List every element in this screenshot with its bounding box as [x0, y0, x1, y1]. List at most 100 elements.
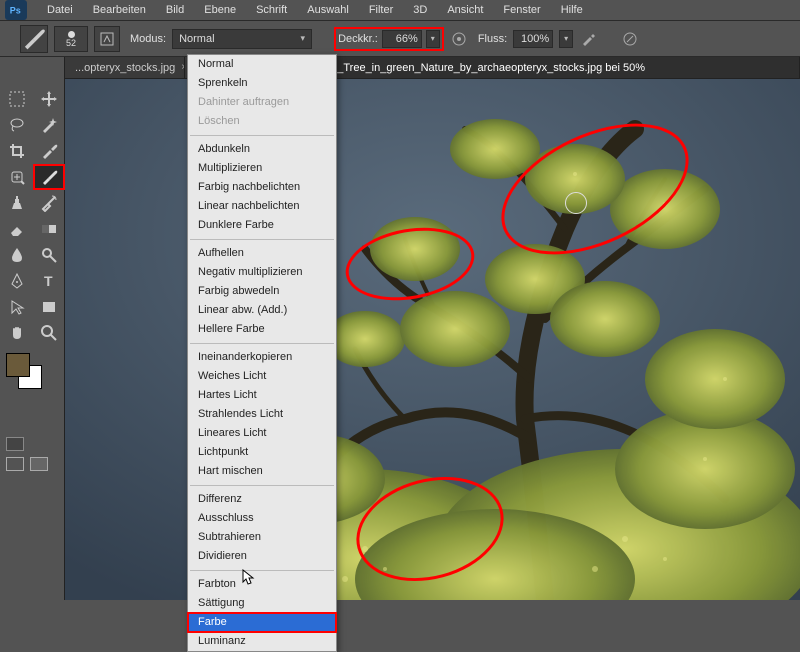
flow-dropdown-arrow[interactable]: ▾	[559, 30, 573, 48]
blur-tool[interactable]	[2, 243, 32, 267]
blend-mode-option[interactable]: Negativ multiplizieren	[188, 263, 336, 282]
canvas-area[interactable]	[65, 79, 800, 600]
brush-panel-toggle[interactable]	[94, 26, 120, 52]
brush-cursor-circle	[565, 192, 587, 214]
brush-preset-picker[interactable]: 52	[54, 26, 88, 52]
quick-mask-toggle[interactable]	[0, 393, 64, 451]
menu-3d[interactable]: 3D	[403, 2, 437, 18]
pressure-size-icon[interactable]	[621, 30, 639, 48]
blend-mode-select[interactable]: Normal ▾	[172, 29, 312, 49]
blend-mode-option[interactable]: Ausschluss	[188, 509, 336, 528]
blend-mode-option[interactable]: Abdunkeln	[188, 140, 336, 159]
screen-mode-icon[interactable]	[6, 457, 24, 471]
zoom-tool[interactable]	[34, 321, 64, 345]
lasso-tool[interactable]	[2, 113, 32, 137]
brush-dot-icon	[68, 31, 75, 38]
tab-label: 05_Tree_in_green_Nature_by_archaeopteryx…	[325, 62, 645, 74]
document-tab[interactable]: ...opteryx_stocks.jpg ×	[65, 57, 185, 78]
menu-bild[interactable]: Bild	[156, 2, 194, 18]
marquee-tool[interactable]	[2, 87, 32, 111]
airbrush-icon[interactable]	[579, 30, 597, 48]
opacity-input[interactable]: 66%	[382, 30, 422, 48]
menu-bearbeiten[interactable]: Bearbeiten	[83, 2, 156, 18]
menu-hilfe[interactable]: Hilfe	[551, 2, 593, 18]
menu-datei[interactable]: Datei	[37, 2, 83, 18]
blend-mode-dropdown[interactable]: Normal Sprenkeln Dahinter auftragen Lösc…	[187, 54, 337, 652]
path-selection-tool[interactable]	[2, 295, 32, 319]
svg-text:Ps: Ps	[10, 6, 21, 16]
document-tab-active[interactable]: 05_Tree_in_green_Nature_by_archaeopteryx…	[315, 57, 800, 78]
separator	[190, 239, 334, 240]
eyedropper-tool[interactable]	[34, 139, 64, 163]
menu-ansicht[interactable]: Ansicht	[437, 2, 493, 18]
main-menubar: Ps Datei Bearbeiten Bild Ebene Schrift A…	[0, 0, 800, 20]
brush-size-label: 52	[66, 38, 76, 48]
blend-mode-option[interactable]: Dividieren	[188, 547, 336, 566]
tab-label: ...opteryx_stocks.jpg	[75, 62, 175, 74]
svg-text:T: T	[44, 273, 53, 289]
foreground-swatch[interactable]	[6, 353, 30, 377]
blend-mode-option[interactable]: Farbig nachbelichten	[188, 178, 336, 197]
current-tool-icon	[20, 25, 48, 53]
blend-mode-option-disabled: Dahinter auftragen	[188, 93, 336, 112]
blend-mode-option[interactable]: Sättigung	[188, 594, 336, 613]
move-tool[interactable]	[34, 87, 64, 111]
blend-mode-option[interactable]: Hart mischen	[188, 462, 336, 481]
pressure-opacity-icon[interactable]	[450, 30, 468, 48]
separator	[190, 135, 334, 136]
brush-tool[interactable]	[34, 165, 64, 189]
blend-mode-option[interactable]: Lineares Licht	[188, 424, 336, 443]
blend-mode-option[interactable]: Weiches Licht	[188, 367, 336, 386]
blend-mode-option-hover[interactable]: Farbe	[188, 613, 336, 632]
blend-mode-option[interactable]: Sprenkeln	[188, 74, 336, 93]
menu-auswahl[interactable]: Auswahl	[297, 2, 359, 18]
document-tabs: ...opteryx_stocks.jpg × ...aeopteryx_sto…	[65, 57, 800, 79]
gradient-tool[interactable]	[34, 217, 64, 241]
crop-tool[interactable]	[2, 139, 32, 163]
blend-mode-option[interactable]: Multiplizieren	[188, 159, 336, 178]
blend-mode-option[interactable]: Hellere Farbe	[188, 320, 336, 339]
tools-panel: T	[0, 57, 65, 600]
blend-mode-option[interactable]: Lichtpunkt	[188, 443, 336, 462]
rectangle-tool[interactable]	[34, 295, 64, 319]
dodge-tool[interactable]	[34, 243, 64, 267]
screen-mode-icon-2[interactable]	[30, 457, 48, 471]
blend-mode-option[interactable]: Subtrahieren	[188, 528, 336, 547]
blend-mode-option[interactable]: Dunklere Farbe	[188, 216, 336, 235]
blend-mode-option[interactable]: Farbton	[188, 575, 336, 594]
blend-mode-value: Normal	[179, 33, 214, 45]
flow-label: Fluss:	[474, 33, 507, 45]
options-bar: 52 Modus: Normal ▾ Deckkr.: 66% ▾ Fluss:…	[0, 20, 800, 57]
hand-tool[interactable]	[2, 321, 32, 345]
blend-mode-option[interactable]: Aufhellen	[188, 244, 336, 263]
opacity-control-highlighted: Deckkr.: 66% ▾	[334, 27, 444, 51]
blend-mode-option[interactable]: Hartes Licht	[188, 386, 336, 405]
opacity-dropdown-arrow[interactable]: ▾	[426, 30, 440, 48]
clone-stamp-tool[interactable]	[2, 191, 32, 215]
blend-mode-option[interactable]: Linear nachbelichten	[188, 197, 336, 216]
blend-mode-option[interactable]: Linear abw. (Add.)	[188, 301, 336, 320]
healing-brush-tool[interactable]	[2, 165, 32, 189]
blend-mode-option-disabled: Löschen	[188, 112, 336, 131]
menu-ebene[interactable]: Ebene	[194, 2, 246, 18]
blend-mode-option[interactable]: Farbig abwedeln	[188, 282, 336, 301]
blend-mode-option[interactable]: Normal	[188, 55, 336, 74]
color-swatches[interactable]	[0, 349, 64, 393]
magic-wand-tool[interactable]	[34, 113, 64, 137]
menu-filter[interactable]: Filter	[359, 2, 403, 18]
blend-mode-option[interactable]: Ineinanderkopieren	[188, 348, 336, 367]
menu-fenster[interactable]: Fenster	[493, 2, 550, 18]
blend-mode-option[interactable]: Strahlendes Licht	[188, 405, 336, 424]
type-tool[interactable]: T	[34, 269, 64, 293]
photoshop-logo: Ps	[5, 0, 27, 20]
menu-schrift[interactable]: Schrift	[246, 2, 297, 18]
pen-tool[interactable]	[2, 269, 32, 293]
separator	[190, 570, 334, 571]
separator	[190, 485, 334, 486]
mouse-cursor-icon	[242, 569, 256, 587]
blend-mode-option[interactable]: Differenz	[188, 490, 336, 509]
eraser-tool[interactable]	[2, 217, 32, 241]
flow-input[interactable]: 100%	[513, 30, 553, 48]
blend-mode-option[interactable]: Luminanz	[188, 632, 336, 651]
history-brush-tool[interactable]	[34, 191, 64, 215]
